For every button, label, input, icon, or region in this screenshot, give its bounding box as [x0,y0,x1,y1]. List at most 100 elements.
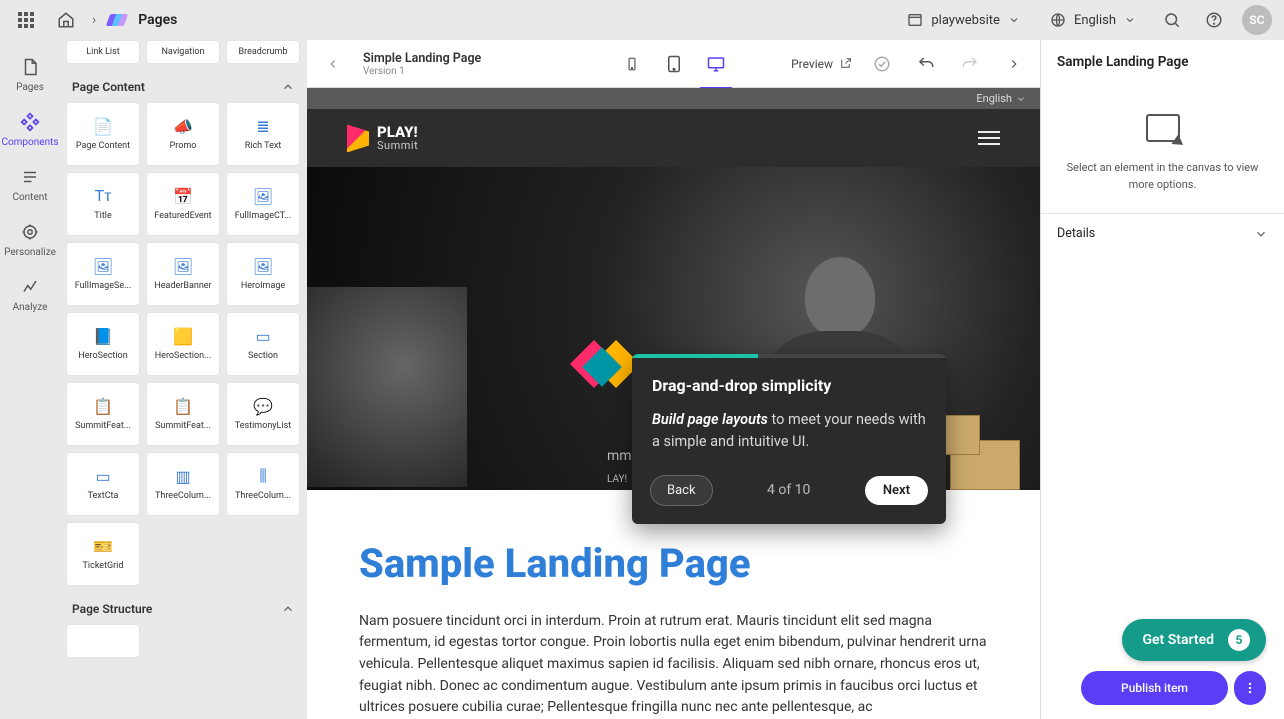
rp-empty-state: Select an element in the canvas to view … [1041,84,1284,213]
language-selector[interactable]: English [1042,8,1144,32]
components-icon [19,111,41,133]
component-card[interactable]: 📄Page Content [66,102,140,166]
device-desktop[interactable] [704,52,728,76]
component-card-icon: 📘 [92,327,114,345]
section-page-content-head[interactable]: Page Content [66,70,301,102]
publish-more-button[interactable] [1234,671,1266,705]
tour-title: Drag-and-drop simplicity [652,376,926,395]
tour-next-button[interactable]: Next [865,476,928,505]
hamburger-menu[interactable] [978,131,1000,145]
page-title: Pages [138,12,177,28]
chevron-up-icon [281,80,295,94]
component-card[interactable]: 🎫TicketGrid [66,522,140,586]
component-card[interactable]: ⫼ThreeColum... [226,452,300,516]
component-card-label: HeroSection [78,351,127,361]
component-card[interactable]: 📣Promo [146,102,220,166]
help-icon [1205,11,1223,29]
rail-content[interactable]: Content [12,166,47,203]
preview-button[interactable]: Preview [791,57,852,71]
component-card[interactable]: Breadcrumb [226,40,300,64]
component-card-label: ThreeColum... [155,491,211,501]
component-card[interactable]: 📘 HeroSection [66,312,140,376]
help-button[interactable] [1200,6,1228,34]
globe-icon [1050,12,1066,28]
component-card[interactable]: 🟨HeroSection... [146,312,220,376]
rp-empty-text: Select an element in the canvas to view … [1057,160,1268,193]
tour-counter: 4 of 10 [767,482,810,498]
component-card[interactable] [66,624,140,658]
chevron-down-icon [1124,14,1136,26]
rail-analyze[interactable]: Analyze [13,276,48,313]
component-card-label: Section [248,351,278,361]
component-card-label: TestimonyList [235,421,291,431]
device-tablet[interactable] [662,52,686,76]
component-card[interactable]: 🖼HeroImage [226,242,300,306]
component-card-icon: ▭ [252,327,274,345]
topbar-right: playwebsite English SC [899,5,1272,35]
component-card[interactable]: 🖼HeaderBanner [146,242,220,306]
nav-back-button[interactable] [319,50,347,78]
workflow-status[interactable] [868,50,896,78]
component-card-label: HeroImage [241,281,285,291]
component-card[interactable]: Link List [66,40,140,64]
redo-icon [961,55,979,73]
site-logo[interactable]: PLAY! Summit [347,124,418,152]
rp-title: Sample Landing Page [1041,40,1284,84]
rp-details-accordion[interactable]: Details [1041,213,1284,253]
rail-personalize[interactable]: Personalize [4,221,56,258]
canvas-toolbar: Simple Landing Page Version 1 Preview [307,40,1040,88]
tablet-icon [665,54,683,74]
section-page-structure-head[interactable]: Page Structure [66,592,301,624]
component-card-label: FeaturedEvent [154,211,211,221]
undo-button[interactable] [912,50,940,78]
site-selector[interactable]: playwebsite [899,8,1028,32]
home-button[interactable] [52,6,80,34]
user-avatar[interactable]: SC [1242,5,1272,35]
site-header: PLAY! Summit [307,109,1040,167]
component-card[interactable]: 💬TestimonyList [226,382,300,446]
component-card[interactable]: ≣ Rich Text [226,102,300,166]
component-card-icon: ≣ [252,117,274,135]
nav-forward-button[interactable] [1000,50,1028,78]
component-card[interactable]: 🖼FullImageSe... [66,242,140,306]
component-card[interactable]: ▥ThreeColum... [146,452,220,516]
external-link-icon [839,57,852,70]
component-card[interactable]: TᴛTitle [66,172,140,236]
tour-back-button[interactable]: Back [650,475,713,506]
rail-components[interactable]: Components [1,111,58,148]
chevron-up-icon [281,602,295,616]
select-element-icon [1146,114,1180,142]
component-card-icon: 📋 [172,397,194,415]
component-card-label: FullImageSe... [75,281,132,291]
tour-text: Build page layouts to meet your needs wi… [652,409,926,453]
component-card-label: TicketGrid [83,561,124,571]
logo-text: PLAY! Summit [377,125,418,151]
get-started-label: Get Started [1142,632,1214,648]
search-icon [1163,11,1181,29]
rail-pages[interactable]: Pages [16,56,44,93]
component-card-label: Title [94,211,111,221]
canvas[interactable]: English PLAY! Summit [307,88,1040,719]
component-card[interactable]: 📅FeaturedEvent [146,172,220,236]
more-vertical-icon [1243,681,1257,695]
search-button[interactable] [1158,6,1186,34]
component-card-label: ThreeColum... [235,491,291,501]
device-mobile[interactable] [620,52,644,76]
component-card[interactable]: Navigation [146,40,220,64]
component-card[interactable]: ▭ Section [226,312,300,376]
publish-button[interactable]: Publish item [1081,671,1228,705]
component-card[interactable]: 📋SummitFeat... [66,382,140,446]
page-language-strip[interactable]: English [307,88,1040,109]
get-started-button[interactable]: Get Started 5 [1122,619,1266,661]
page-body: Sample Landing Page Nam posuere tincidun… [307,490,1040,719]
desktop-icon [705,55,727,73]
component-card[interactable]: 📋SummitFeat... [146,382,220,446]
component-card[interactable]: ▭TextCta [66,452,140,516]
component-card-label: TextCta [88,491,119,501]
chevron-left-icon [326,57,340,71]
apps-launcher[interactable] [12,6,40,34]
component-card-label: Rich Text [245,141,282,151]
component-card[interactable]: 🖼FullImageCT... [226,172,300,236]
content-icon [19,166,41,188]
redo-button[interactable] [956,50,984,78]
